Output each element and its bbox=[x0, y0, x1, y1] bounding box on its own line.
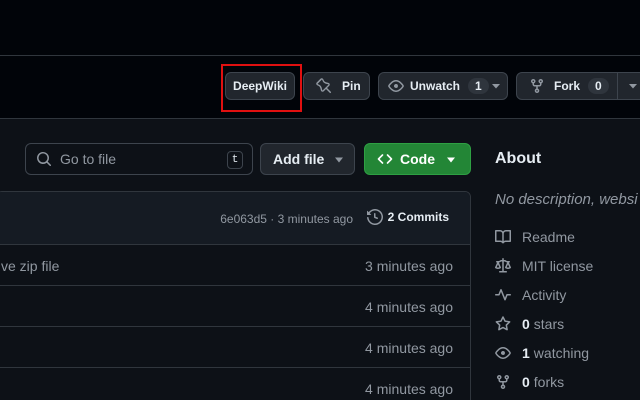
about-description: No description, websi bbox=[495, 191, 638, 208]
eye-icon bbox=[495, 347, 511, 359]
add-file-button[interactable]: Add file bbox=[260, 143, 355, 175]
pin-label: Pin bbox=[342, 79, 361, 93]
fork-icon bbox=[497, 375, 509, 390]
commit-message[interactable]: ve zip file bbox=[1, 258, 59, 274]
commit-time: 3 minutes ago bbox=[365, 258, 453, 274]
pin-icon bbox=[316, 78, 332, 94]
stars-count: 0 bbox=[522, 316, 530, 332]
commit-time: 4 minutes ago bbox=[365, 381, 453, 397]
stars-label: stars bbox=[533, 316, 565, 332]
commits-link[interactable]: 2 Commits bbox=[366, 209, 449, 225]
pulse-icon bbox=[495, 289, 511, 301]
commit-time: 4 minutes ago bbox=[365, 299, 453, 315]
chevron-down-icon bbox=[335, 157, 343, 163]
commit-time: 4 minutes ago bbox=[365, 340, 453, 356]
table-row[interactable]: 4 minutes ago bbox=[0, 368, 470, 400]
star-icon bbox=[495, 316, 511, 331]
chevron-down-icon bbox=[490, 80, 502, 92]
unwatch-main[interactable]: Unwatch 1 bbox=[379, 73, 489, 99]
forks-count: 0 bbox=[522, 374, 530, 390]
top-navigation-bar bbox=[0, 0, 640, 56]
code-label: Code bbox=[400, 151, 435, 167]
latest-commit-bar: 6e063d5 · 3 minutes ago 2 Commits bbox=[0, 192, 470, 245]
activity-label: Activity bbox=[522, 287, 567, 303]
table-row[interactable]: 4 minutes ago bbox=[0, 327, 470, 368]
license-label: MIT license bbox=[522, 258, 594, 274]
fork-main[interactable]: Fork 0 bbox=[517, 73, 617, 99]
forks-label: forks bbox=[533, 374, 565, 390]
fork-label: Fork bbox=[554, 79, 581, 93]
unwatch-label: Unwatch bbox=[410, 79, 461, 93]
law-icon bbox=[495, 258, 511, 273]
table-row[interactable]: ve zip file 3 minutes ago bbox=[0, 245, 470, 286]
code-button[interactable]: Code bbox=[364, 143, 471, 175]
fork-icon bbox=[529, 78, 545, 94]
unwatch-button[interactable]: Unwatch 1 bbox=[378, 72, 508, 100]
about-heading: About bbox=[495, 150, 542, 167]
license-link[interactable]: MIT license bbox=[495, 258, 593, 274]
go-to-file-placeholder: Go to file bbox=[60, 151, 117, 167]
eye-icon bbox=[388, 78, 404, 94]
readme-link[interactable]: Readme bbox=[495, 229, 575, 245]
forks-link[interactable]: 0 forks bbox=[495, 374, 564, 390]
activity-link[interactable]: Activity bbox=[495, 287, 566, 303]
search-icon bbox=[36, 151, 60, 167]
history-icon bbox=[366, 209, 383, 225]
stars-link[interactable]: 0 stars bbox=[495, 316, 564, 332]
table-row[interactable]: 4 minutes ago bbox=[0, 286, 470, 327]
commit-meta[interactable]: 6e063d5 · 3 minutes ago bbox=[220, 212, 353, 226]
fork-button[interactable]: Fork 0 bbox=[516, 72, 640, 100]
chevron-down-icon bbox=[627, 80, 639, 92]
unwatch-dropdown[interactable] bbox=[484, 73, 507, 99]
commits-label: 2 Commits bbox=[387, 210, 449, 224]
fork-dropdown[interactable] bbox=[617, 73, 640, 99]
code-icon bbox=[377, 154, 393, 164]
book-icon bbox=[495, 229, 511, 244]
fork-counter: 0 bbox=[588, 78, 609, 94]
watching-count: 1 bbox=[522, 345, 530, 361]
file-table: 6e063d5 · 3 minutes ago 2 Commits ve zip… bbox=[0, 191, 471, 400]
readme-label: Readme bbox=[522, 229, 575, 245]
watching-link[interactable]: 1 watching bbox=[495, 345, 589, 361]
go-to-file-input[interactable]: Go to file t bbox=[25, 143, 253, 175]
shortcut-key: t bbox=[227, 151, 243, 169]
add-file-label: Add file bbox=[273, 151, 325, 167]
chevron-down-icon bbox=[447, 157, 455, 163]
pin-button[interactable]: Pin bbox=[303, 72, 370, 100]
watching-label: watching bbox=[533, 345, 590, 361]
highlight-box bbox=[221, 64, 302, 112]
